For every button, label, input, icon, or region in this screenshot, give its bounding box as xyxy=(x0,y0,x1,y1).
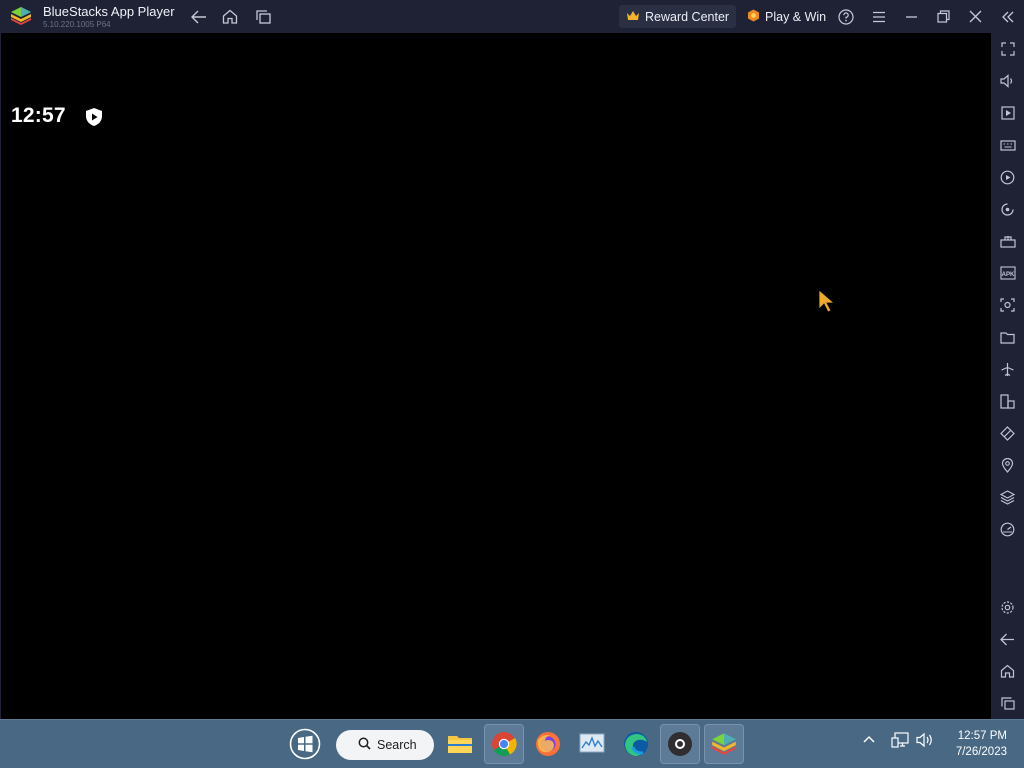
network-icon[interactable] xyxy=(891,732,909,753)
help-icon[interactable] xyxy=(836,0,856,33)
volume-icon[interactable] xyxy=(996,70,1019,92)
right-sidebar: APK xyxy=(991,33,1024,719)
back-icon[interactable] xyxy=(189,0,209,33)
multi-instance-icon[interactable] xyxy=(996,390,1019,412)
eco-mode-icon[interactable] xyxy=(996,422,1019,444)
bluestacks-taskbar-icon[interactable] xyxy=(704,724,744,764)
firefox-icon[interactable] xyxy=(528,724,568,764)
app-version: 5.10.220.1005 P64 xyxy=(43,20,111,29)
app-title: BlueStacks App Player xyxy=(43,4,175,19)
bluestacks-logo-icon xyxy=(10,6,32,26)
shield-play-icon xyxy=(84,107,104,127)
sidebar-home-icon[interactable] xyxy=(996,660,1019,682)
mouse-cursor-icon xyxy=(818,289,836,313)
search-icon xyxy=(358,737,371,753)
airplane-mode-icon[interactable] xyxy=(996,358,1019,380)
reward-center-button[interactable]: Reward Center xyxy=(619,5,737,28)
play-and-win-button[interactable]: Play & Win xyxy=(740,5,833,28)
svg-text:APK: APK xyxy=(1001,272,1014,278)
system-time: 12:57 PM xyxy=(957,730,1007,742)
layers-icon[interactable] xyxy=(996,486,1019,508)
install-apk-icon[interactable]: APK xyxy=(996,262,1019,284)
resource-monitor-icon[interactable] xyxy=(572,724,612,764)
title-bar: BlueStacks App Player 5.10.220.1005 P64 … xyxy=(0,0,1024,33)
chrome-icon[interactable] xyxy=(484,724,524,764)
sidebar-recent-apps-icon[interactable] xyxy=(996,692,1019,714)
rotate-icon[interactable] xyxy=(996,198,1019,220)
file-explorer-icon[interactable] xyxy=(440,724,480,764)
close-icon[interactable] xyxy=(965,0,985,33)
taskbar-search-box[interactable]: Search xyxy=(336,730,434,760)
show-hidden-icons-chevron-icon[interactable] xyxy=(862,732,876,750)
keyboard-controls-icon[interactable] xyxy=(996,134,1019,156)
folder-icon[interactable] xyxy=(996,326,1019,348)
search-label: Search xyxy=(377,738,417,752)
screenshot-icon[interactable] xyxy=(996,294,1019,316)
macro-recorder-icon[interactable] xyxy=(996,166,1019,188)
system-date: 7/26/2023 xyxy=(955,746,1007,758)
obs-icon[interactable] xyxy=(660,724,700,764)
restore-icon[interactable] xyxy=(933,0,953,33)
edge-icon[interactable] xyxy=(616,724,656,764)
settings-icon[interactable] xyxy=(996,596,1019,618)
speaker-icon[interactable] xyxy=(916,732,934,753)
menu-icon[interactable] xyxy=(869,0,889,33)
minimize-icon[interactable] xyxy=(901,0,921,33)
home-icon[interactable] xyxy=(220,0,240,33)
system-clock[interactable]: 12:57 PM 7/26/2023 xyxy=(956,728,1007,760)
fullscreen-icon[interactable] xyxy=(996,38,1019,60)
android-screen[interactable]: 12:57 xyxy=(0,33,991,719)
android-status-clock: 12:57 xyxy=(11,104,66,127)
collapse-sidebar-icon[interactable] xyxy=(998,0,1018,33)
windows-taskbar: Search 12:57 PM 7/26/2023 xyxy=(0,719,1024,768)
play-and-win-label: Play & Win xyxy=(765,9,827,24)
game-controls-icon[interactable] xyxy=(996,230,1019,252)
performance-icon[interactable] xyxy=(996,518,1019,540)
start-icon[interactable] xyxy=(285,724,325,764)
crown-icon xyxy=(626,10,640,24)
sidebar-back-icon[interactable] xyxy=(996,628,1019,650)
media-manager-icon[interactable] xyxy=(996,102,1019,124)
recent-apps-icon[interactable] xyxy=(253,0,273,33)
coin-icon xyxy=(747,9,760,25)
location-icon[interactable] xyxy=(996,454,1019,476)
reward-center-label: Reward Center xyxy=(645,9,730,24)
